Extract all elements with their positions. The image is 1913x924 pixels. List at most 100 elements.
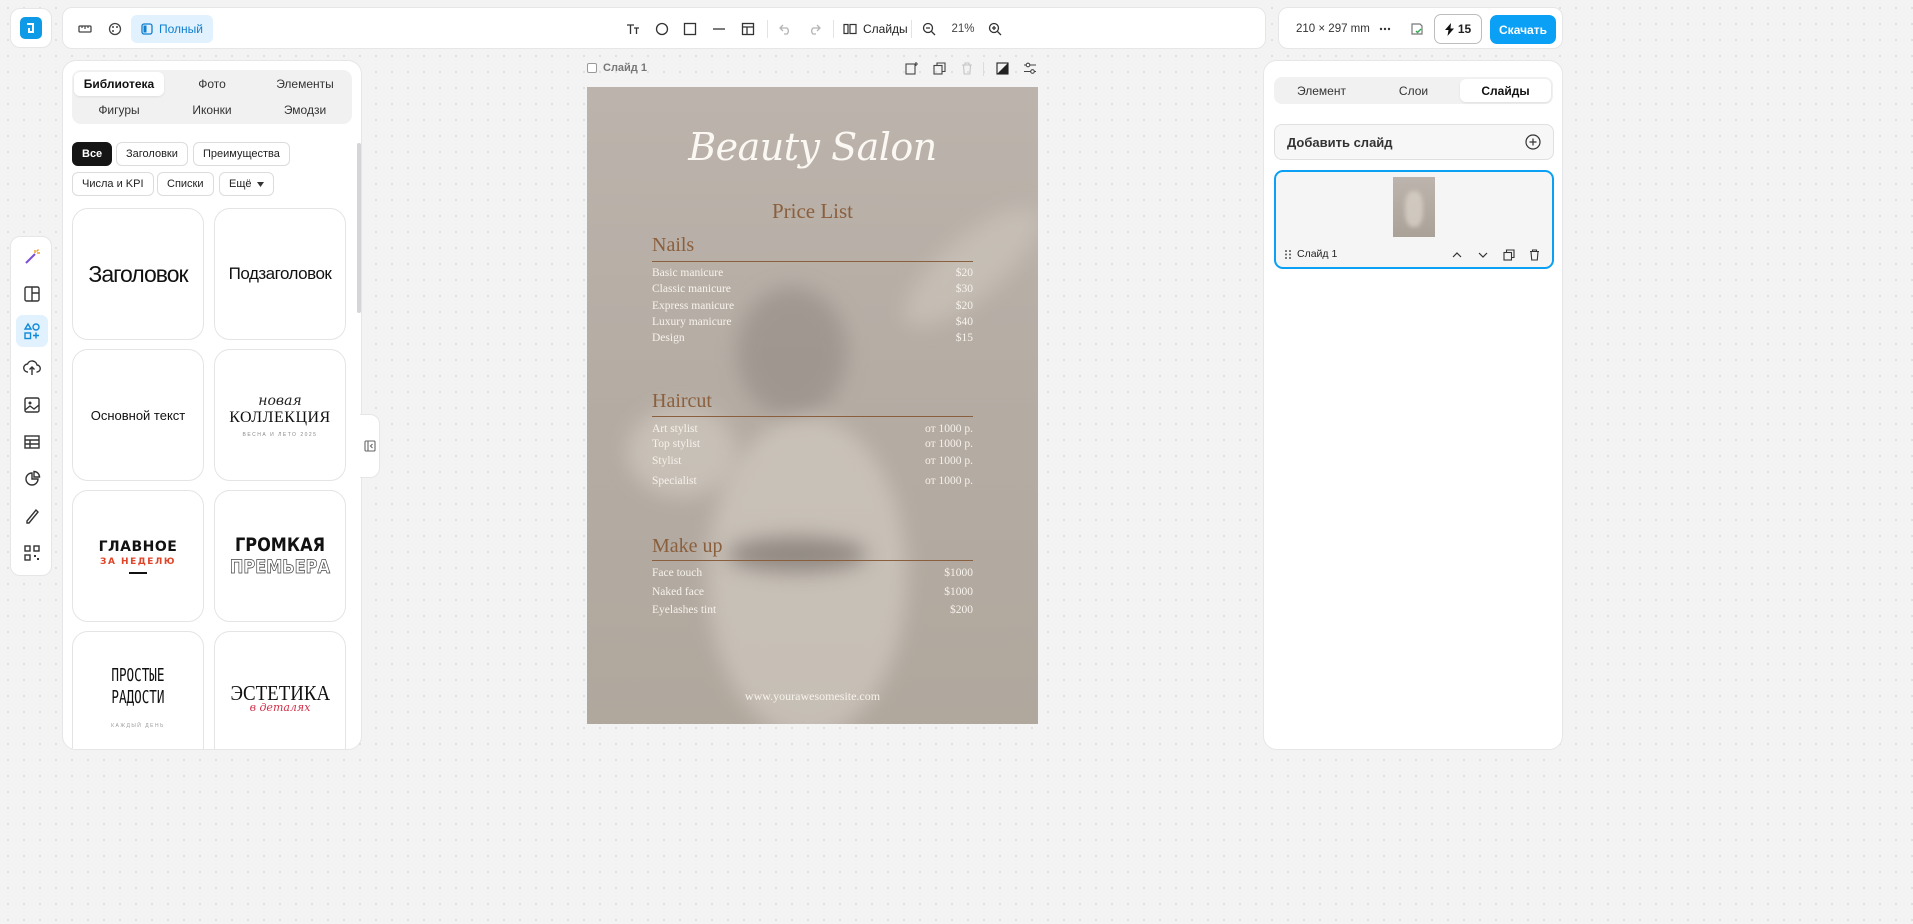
settings-sliders-icon[interactable] xyxy=(1022,60,1038,76)
price-item-name[interactable]: Top stylist xyxy=(652,438,700,450)
collapse-panel-button[interactable] xyxy=(360,414,380,478)
slides-view-button[interactable]: Слайды xyxy=(843,8,908,50)
redo-icon[interactable] xyxy=(804,8,824,50)
circle-tool-icon[interactable] xyxy=(652,8,672,50)
section-nails-title[interactable]: Nails xyxy=(652,234,694,257)
delete-icon[interactable] xyxy=(959,60,975,76)
slide-thumbnail-card[interactable]: Слайд 1 xyxy=(1274,170,1554,269)
tab-elements[interactable]: Элементы xyxy=(260,72,350,96)
drag-handle-icon[interactable] xyxy=(1284,249,1292,260)
app-logo[interactable] xyxy=(10,8,52,48)
tab-photo[interactable]: Фото xyxy=(167,72,257,96)
zoom-out-icon[interactable] xyxy=(919,8,939,50)
draw-icon[interactable] xyxy=(16,500,48,532)
price-item-price[interactable]: от 1000 р. xyxy=(925,455,973,467)
text-style-heading[interactable]: Заголовок xyxy=(72,208,204,340)
filter-benefits[interactable]: Преимущества xyxy=(193,142,290,166)
text-style-new-collection[interactable]: новая КОЛЛЕКЦИЯ ВЕСНА И ЛЕТО 2025 xyxy=(214,349,346,481)
slide-thumbnail[interactable] xyxy=(1393,177,1435,237)
price-item-price[interactable]: от 1000 р. xyxy=(925,438,973,450)
ruler-icon[interactable] xyxy=(75,8,95,50)
more-icon[interactable] xyxy=(1375,8,1395,50)
text-style-subheading[interactable]: Подзаголовок xyxy=(214,208,346,340)
page-size[interactable]: 210 × 297 mm xyxy=(1296,8,1370,50)
price-item-name[interactable]: Stylist xyxy=(652,455,681,467)
magic-wand-icon[interactable] xyxy=(16,241,48,273)
text-style-main-week[interactable]: ГЛАВНОЕ ЗА НЕДЕЛЮ xyxy=(72,490,204,622)
price-item-name[interactable]: Face touch xyxy=(652,567,702,579)
text-style-premiere[interactable]: ГРОМКАЯ ПРЕМЬЕРА xyxy=(214,490,346,622)
slide-select[interactable]: Слайд 1 xyxy=(587,62,647,74)
text-style-body[interactable]: Основной текст xyxy=(72,349,204,481)
price-item-price[interactable]: $20 xyxy=(956,300,973,312)
price-item-price[interactable]: от 1000 р. xyxy=(925,423,973,435)
price-item-price[interactable]: $15 xyxy=(956,332,973,344)
tab-emoji[interactable]: Эмодзи xyxy=(260,98,350,122)
tab-icons[interactable]: Иконки xyxy=(167,98,257,122)
filter-lists[interactable]: Списки xyxy=(157,172,214,196)
price-item-name[interactable]: Luxury manicure xyxy=(652,316,732,328)
rectangle-tool-icon[interactable] xyxy=(680,8,700,50)
table-tool-icon[interactable] xyxy=(738,8,758,50)
palette-icon[interactable] xyxy=(105,8,125,50)
price-item-price[interactable]: $20 xyxy=(956,267,973,279)
tab-element[interactable]: Элемент xyxy=(1276,79,1367,102)
price-item-name[interactable]: Art stylist xyxy=(652,423,698,435)
zoom-level[interactable]: 21% xyxy=(951,8,975,50)
slide-subtitle[interactable]: Price List xyxy=(587,199,1038,224)
slide-checkbox[interactable] xyxy=(587,63,597,73)
background-color-icon[interactable] xyxy=(994,60,1010,76)
qr-code-icon[interactable] xyxy=(16,537,48,569)
price-item-name[interactable]: Specialist xyxy=(652,475,697,487)
price-item-name[interactable]: Classic manicure xyxy=(652,283,731,295)
price-item-name[interactable]: Design xyxy=(652,332,685,344)
text-style-aesthetics[interactable]: ЭСТЕТИКА в деталях xyxy=(214,631,346,749)
line-tool-icon[interactable] xyxy=(709,8,729,50)
price-item-price[interactable]: $1000 xyxy=(944,567,973,579)
section-makeup-title[interactable]: Make up xyxy=(652,535,723,558)
slide-canvas[interactable]: Beauty Salon Price List Nails Basic mani… xyxy=(587,87,1038,724)
library-scrollbar[interactable] xyxy=(357,143,361,313)
price-item-name[interactable]: Basic manicure xyxy=(652,267,723,279)
price-item-price[interactable]: $200 xyxy=(950,604,973,616)
upload-icon[interactable] xyxy=(16,352,48,384)
filter-headings[interactable]: Заголовки xyxy=(116,142,188,166)
tab-layers[interactable]: Слои xyxy=(1368,79,1459,102)
image-icon[interactable] xyxy=(16,389,48,421)
undo-icon[interactable] xyxy=(775,8,795,50)
text-tool-icon[interactable] xyxy=(623,8,643,50)
chart-icon[interactable] xyxy=(16,463,48,495)
slide-title[interactable]: Beauty Salon xyxy=(587,125,1038,169)
tab-library[interactable]: Библиотека xyxy=(74,72,164,96)
price-item-price[interactable]: $30 xyxy=(956,283,973,295)
price-item-name[interactable]: Naked face xyxy=(652,586,704,598)
duplicate-slide-icon[interactable] xyxy=(1502,248,1516,262)
tab-slides[interactable]: Слайды xyxy=(1460,79,1551,102)
price-item-price[interactable]: $40 xyxy=(956,316,973,328)
templates-icon[interactable] xyxy=(16,278,48,310)
elements-icon[interactable] xyxy=(16,315,48,347)
section-haircut-title[interactable]: Haircut xyxy=(652,390,712,413)
tab-shapes[interactable]: Фигуры xyxy=(74,98,164,122)
price-item-name[interactable]: Eyelashes tint xyxy=(652,604,716,616)
delete-slide-icon[interactable] xyxy=(1527,248,1541,262)
text-style-simple-joys[interactable]: ПРОСТЫЕ РАДОСТИ КАЖДЫЙ ДЕНЬ xyxy=(72,631,204,749)
filter-kpi[interactable]: Числа и KPI xyxy=(72,172,154,196)
price-item-price[interactable]: от 1000 р. xyxy=(925,475,973,487)
mode-full-button[interactable]: Полный xyxy=(131,15,213,43)
table-icon[interactable] xyxy=(16,426,48,458)
download-button[interactable]: Скачать xyxy=(1490,15,1556,44)
duplicate-icon[interactable] xyxy=(931,60,947,76)
filter-more[interactable]: Ещё xyxy=(219,172,274,196)
add-slide-button[interactable]: Добавить слайд xyxy=(1274,124,1554,160)
price-item-name[interactable]: Express manicure xyxy=(652,300,734,312)
move-up-icon[interactable] xyxy=(1450,248,1464,262)
slide-website[interactable]: www.yourawesomesite.com xyxy=(587,689,1038,704)
zoom-in-icon[interactable] xyxy=(985,8,1005,50)
saved-icon[interactable] xyxy=(1407,8,1427,50)
price-item-price[interactable]: $1000 xyxy=(944,586,973,598)
filter-all[interactable]: Все xyxy=(72,142,113,166)
add-slide-icon[interactable] xyxy=(903,60,919,76)
credits-button[interactable]: 15 xyxy=(1434,14,1482,44)
move-down-icon[interactable] xyxy=(1476,248,1490,262)
